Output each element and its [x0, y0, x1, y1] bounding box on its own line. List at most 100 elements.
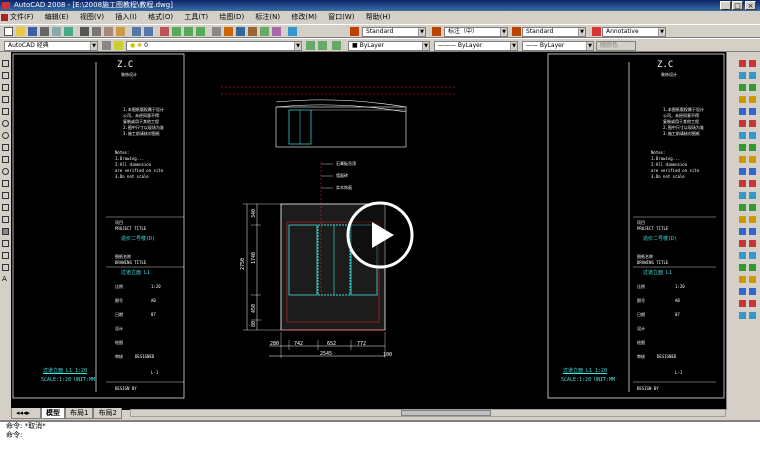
preview-icon[interactable] [52, 27, 61, 36]
document-icon[interactable] [1, 14, 8, 21]
menu-window[interactable]: 窗口(W) [328, 13, 354, 21]
erase-icon[interactable] [749, 60, 756, 67]
chevron-down-icon[interactable]: ▼ [90, 42, 97, 50]
new-icon[interactable] [4, 27, 13, 36]
menu-dimension[interactable]: 标注(N) [255, 13, 280, 21]
sheetset-icon[interactable] [248, 27, 257, 36]
chamfer-icon[interactable] [739, 144, 746, 151]
publish-icon[interactable] [64, 27, 73, 36]
break-icon[interactable] [739, 132, 746, 139]
undo-icon[interactable] [132, 27, 141, 36]
chevron-down-icon[interactable]: ▼ [500, 28, 507, 36]
tab-navigation-arrows[interactable]: ◂◂◂▸ [11, 408, 41, 419]
leader-icon[interactable] [749, 276, 756, 283]
menu-insert[interactable]: 插入(I) [115, 13, 137, 21]
table-icon[interactable] [2, 264, 9, 271]
chevron-down-icon[interactable]: ▼ [294, 42, 301, 50]
workspace-settings-icon[interactable] [102, 41, 111, 50]
close-icon[interactable]: × [745, 1, 756, 10]
zoom-previous-icon[interactable] [196, 27, 205, 36]
menu-view[interactable]: 视图(V) [80, 13, 104, 21]
snap-intersection-icon[interactable] [739, 180, 746, 187]
chevron-down-icon[interactable]: ▼ [586, 42, 593, 50]
chevron-down-icon[interactable]: ▼ [422, 42, 429, 50]
menu-file[interactable]: 文件(F) [10, 13, 34, 21]
chevron-down-icon[interactable]: ▼ [510, 42, 517, 50]
revcloud-icon[interactable] [2, 144, 9, 151]
circle-icon[interactable] [2, 132, 9, 139]
copy-object-icon[interactable] [739, 72, 746, 79]
dim-diameter-icon[interactable] [749, 252, 756, 259]
dim-baseline-icon[interactable] [749, 264, 756, 271]
dim-style-select[interactable]: 标注（中） ▼ [444, 27, 508, 37]
mirror-icon[interactable] [749, 72, 756, 79]
snap-nearest-icon[interactable] [739, 228, 746, 235]
hatch-icon[interactable] [2, 228, 9, 235]
open-icon[interactable] [16, 27, 25, 36]
paste-icon[interactable] [104, 27, 113, 36]
scale-icon[interactable] [739, 108, 746, 115]
chevron-down-icon[interactable]: ▼ [578, 28, 585, 36]
matchprop-icon[interactable] [116, 27, 125, 36]
rectangle-icon[interactable] [2, 108, 9, 115]
stretch-icon[interactable] [749, 108, 756, 115]
dim-edit-icon[interactable] [739, 300, 746, 307]
make-current-layer-icon[interactable] [306, 41, 315, 50]
dim-linear-icon[interactable] [739, 240, 746, 247]
copy-icon[interactable] [92, 27, 101, 36]
layer-previous-icon[interactable] [318, 41, 327, 50]
center-mark-icon[interactable] [749, 288, 756, 295]
rotate-icon[interactable] [749, 96, 756, 103]
region-icon[interactable] [2, 252, 9, 259]
gradient-icon[interactable] [2, 240, 9, 247]
menu-draw[interactable]: 绘图(D) [219, 13, 244, 21]
markup-icon[interactable] [260, 27, 269, 36]
layer-select[interactable]: ● ✱ 0 ▼ [126, 41, 302, 51]
ellipse-icon[interactable] [2, 168, 9, 175]
dim-aligned-icon[interactable] [749, 240, 756, 247]
linetype-select[interactable]: ——— ByLayer ▼ [434, 41, 518, 51]
text-style-select[interactable]: Standard ▼ [362, 27, 426, 37]
tab-layout2[interactable]: 布局2 [93, 408, 122, 419]
color-select[interactable]: ■ ByLayer ▼ [348, 41, 430, 51]
scroll-thumb[interactable] [401, 410, 491, 416]
designcenter-icon[interactable] [224, 27, 233, 36]
plot-icon[interactable] [40, 27, 49, 36]
layer-states-icon[interactable] [332, 41, 341, 50]
mtext-icon[interactable]: A [2, 276, 9, 283]
zoom-window-icon[interactable] [184, 27, 193, 36]
menu-help[interactable]: 帮助(H) [366, 13, 391, 21]
snap-insert-icon[interactable] [749, 216, 756, 223]
snap-none-icon[interactable] [749, 228, 756, 235]
layer-properties-icon[interactable] [114, 41, 123, 50]
help-icon[interactable] [288, 27, 297, 36]
toolpalettes-icon[interactable] [236, 27, 245, 36]
insert-block-icon[interactable] [2, 192, 9, 199]
autocad-app-icon[interactable] [2, 2, 10, 9]
dim-angular-icon[interactable] [739, 264, 746, 271]
snap-tangent-icon[interactable] [749, 192, 756, 199]
save-icon[interactable] [28, 27, 37, 36]
osnap-icon[interactable] [749, 156, 756, 163]
dim-style-icon[interactable] [739, 312, 746, 319]
lineweight-select[interactable]: —— ByLayer ▼ [522, 41, 594, 51]
command-prompt[interactable]: 命令: [6, 431, 760, 440]
move-icon[interactable] [739, 96, 746, 103]
cut-icon[interactable] [80, 27, 89, 36]
drawing-canvas[interactable]: Z.C 装饰设计 1.本图纸版权属于设计 公司，未经同意不得 复制或用于其他工程… [11, 52, 726, 410]
fillet-icon[interactable] [749, 144, 756, 151]
chevron-down-icon[interactable]: ▼ [418, 28, 425, 36]
ellipse-arc-icon[interactable] [2, 180, 9, 187]
arc-icon[interactable] [2, 120, 9, 127]
snap-endpoint-icon[interactable] [739, 168, 746, 175]
tolerance-icon[interactable] [739, 288, 746, 295]
pan-icon[interactable] [160, 27, 169, 36]
properties-icon[interactable] [212, 27, 221, 36]
tab-model[interactable]: 模型 [41, 408, 65, 419]
construction-line-icon[interactable] [2, 72, 9, 79]
dim-continue-icon[interactable] [739, 276, 746, 283]
snap-perpendicular-icon[interactable] [739, 204, 746, 211]
dim-radius-icon[interactable] [739, 252, 746, 259]
snap-midpoint-icon[interactable] [749, 168, 756, 175]
dim-update-icon[interactable] [749, 300, 756, 307]
